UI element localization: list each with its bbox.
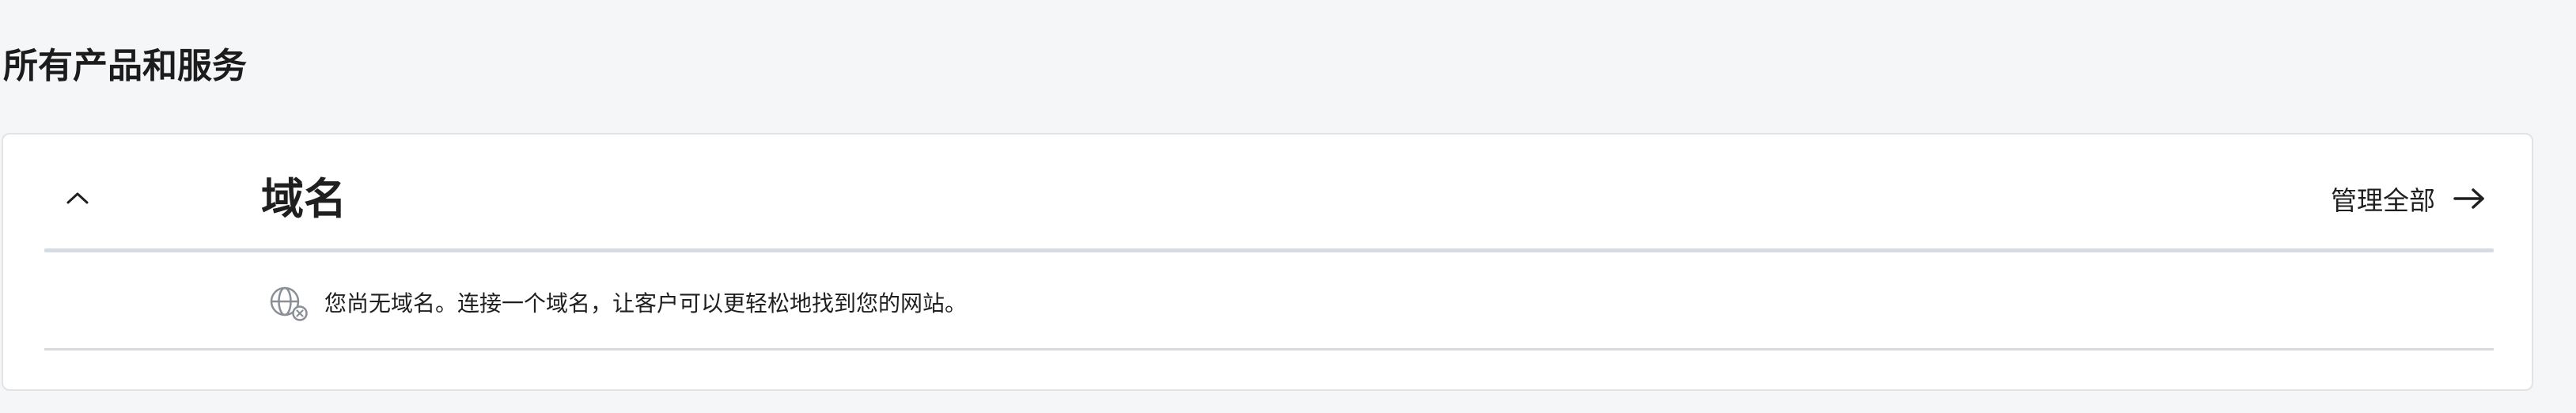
card-title: 域名	[261, 174, 347, 224]
manage-all-link[interactable]: 管理全部	[2331, 174, 2486, 223]
domains-card: 域名 管理全部 您尚无域名。连接一个域名，让客户可以更轻松地找到您的网站。	[2, 133, 2533, 391]
section-title: 所有产品和服务	[3, 46, 247, 86]
empty-message: 您尚无域名。连接一个域名，让客户可以更轻松地找到您的网站。	[324, 290, 968, 316]
page: 所有产品和服务 域名 管理全部 您尚无域名。连接一个域名，让客户可以更轻松地找到…	[0, 0, 2576, 413]
empty-state: 您尚无域名。连接一个域名，让客户可以更轻松地找到您的网站。	[267, 282, 967, 326]
globe-with-x-icon	[270, 286, 308, 321]
collapse-button[interactable]	[55, 176, 100, 220]
chevron-up-icon	[66, 192, 89, 204]
header-divider	[44, 248, 2494, 252]
manage-all-label: 管理全部	[2331, 185, 2435, 216]
arrow-right-icon	[2453, 188, 2484, 209]
footer-divider	[44, 348, 2494, 350]
